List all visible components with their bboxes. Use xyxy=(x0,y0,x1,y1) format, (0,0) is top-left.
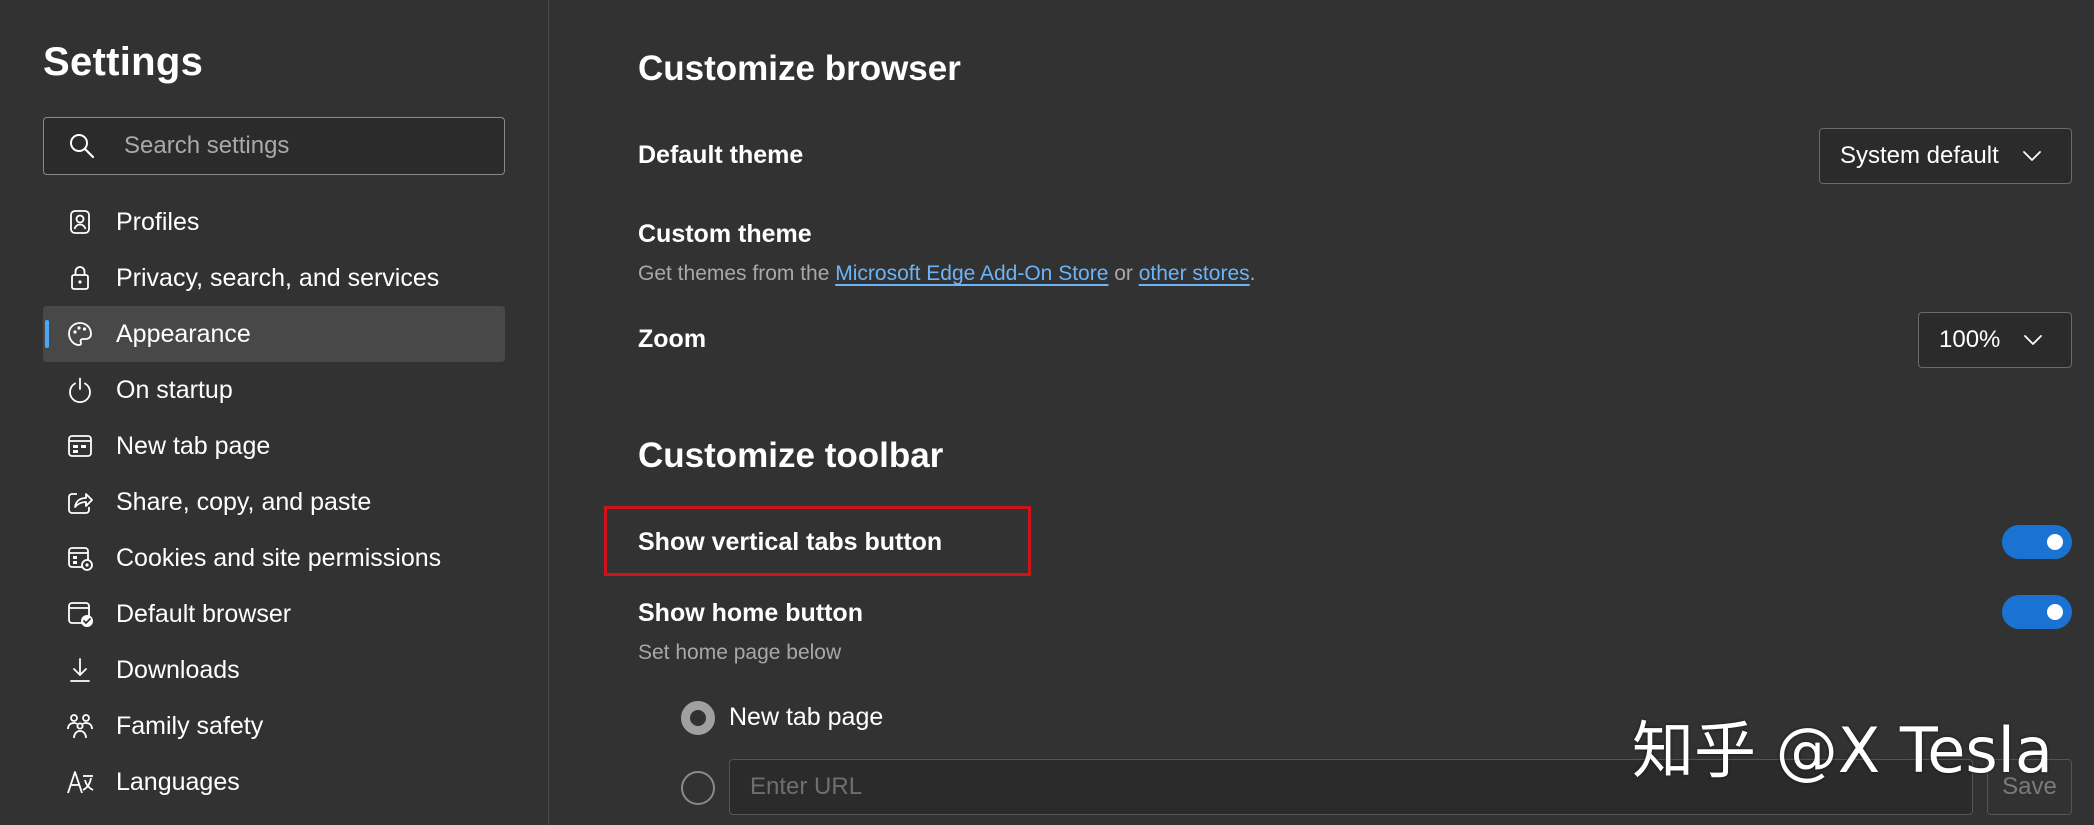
languages-icon xyxy=(67,771,94,794)
dropdown-value: System default xyxy=(1840,142,1999,169)
sidebar-item-on-startup[interactable]: On startup xyxy=(43,362,505,418)
new-tab-page-radio-label: New tab page xyxy=(729,703,884,731)
edge-addon-store-link[interactable]: Microsoft Edge Add-On Store xyxy=(835,262,1108,285)
sidebar-item-cookies[interactable]: Cookies and site permissions xyxy=(43,530,505,586)
custom-theme-description: Get themes from the Microsoft Edge Add-O… xyxy=(638,262,1255,286)
highlight-annotation-box xyxy=(604,506,1031,576)
toggle-knob xyxy=(2047,534,2063,550)
sidebar-item-label: Downloads xyxy=(116,655,240,684)
sidebar-item-profiles[interactable]: Profiles xyxy=(43,194,505,250)
custom-url-radio[interactable] xyxy=(681,771,715,805)
watermark-text: 知乎 @X Tesla xyxy=(1632,714,2053,787)
palette-icon xyxy=(68,322,92,346)
section-title-customize-toolbar: Customize toolbar xyxy=(638,436,944,475)
profile-icon xyxy=(70,210,90,234)
sidebar-item-label: Languages xyxy=(116,767,240,796)
sidebar-item-appearance[interactable]: Appearance xyxy=(43,306,505,362)
desc-text: or xyxy=(1108,262,1139,285)
vertical-tabs-toggle[interactable] xyxy=(2002,525,2072,559)
other-stores-link[interactable]: other stores xyxy=(1139,262,1250,285)
sidebar-item-label: New tab page xyxy=(116,431,271,460)
home-button-toggle[interactable] xyxy=(2002,595,2072,629)
sidebar-item-label: Share, copy, and paste xyxy=(116,487,372,516)
zoom-label: Zoom xyxy=(638,325,707,353)
default-theme-label: Default theme xyxy=(638,141,804,169)
default-browser-icon xyxy=(68,602,93,627)
sidebar-item-share[interactable]: Share, copy, and paste xyxy=(43,474,505,530)
section-title-customize-browser: Customize browser xyxy=(638,49,961,88)
desc-text: . xyxy=(1249,262,1256,285)
home-button-description: Set home page below xyxy=(638,641,842,664)
sidebar-item-label: Cookies and site permissions xyxy=(116,543,442,572)
sidebar-item-privacy[interactable]: Privacy, search, and services xyxy=(43,250,505,306)
sidebar-item-label: On startup xyxy=(116,375,233,404)
zoom-dropdown[interactable]: 100% xyxy=(1918,312,2072,368)
sidebar-item-downloads[interactable]: Downloads xyxy=(43,642,505,698)
chevron-down-icon xyxy=(2022,151,2041,161)
custom-theme-label: Custom theme xyxy=(638,220,812,248)
share-icon xyxy=(68,493,93,514)
sidebar-item-default-browser[interactable]: Default browser xyxy=(43,586,505,642)
sidebar-item-label: Privacy, search, and services xyxy=(116,263,440,292)
cookies-icon xyxy=(68,547,93,571)
sidebar-item-label: Appearance xyxy=(116,319,251,348)
home-button-label: Show home button xyxy=(638,599,863,627)
family-icon xyxy=(67,714,93,739)
sidebar-item-languages[interactable]: Languages xyxy=(43,754,505,810)
dropdown-value: 100% xyxy=(1939,326,2001,353)
sidebar: Settings Profiles Privacy, search, and s… xyxy=(0,0,549,825)
download-icon xyxy=(70,658,90,682)
sidebar-item-family-safety[interactable]: Family safety xyxy=(43,698,505,754)
new-tab-icon xyxy=(68,435,92,457)
search-icon xyxy=(70,134,95,159)
sidebar-nav: Profiles Privacy, search, and services A… xyxy=(43,194,505,810)
sidebar-item-label: Profiles xyxy=(116,207,200,236)
sidebar-item-label: Default browser xyxy=(116,599,292,628)
page-title: Settings xyxy=(43,40,204,84)
desc-text: Get themes from the xyxy=(638,262,836,285)
sidebar-item-label: Family safety xyxy=(116,711,264,740)
sidebar-item-new-tab-page[interactable]: New tab page xyxy=(43,418,505,474)
search-input[interactable] xyxy=(122,131,504,161)
toggle-knob xyxy=(2047,604,2063,620)
new-tab-page-radio[interactable] xyxy=(681,701,715,735)
lock-icon xyxy=(71,266,89,290)
search-box[interactable] xyxy=(43,117,505,175)
chevron-down-icon xyxy=(2024,335,2043,345)
power-icon xyxy=(69,377,91,404)
default-theme-dropdown[interactable]: System default xyxy=(1819,128,2072,184)
